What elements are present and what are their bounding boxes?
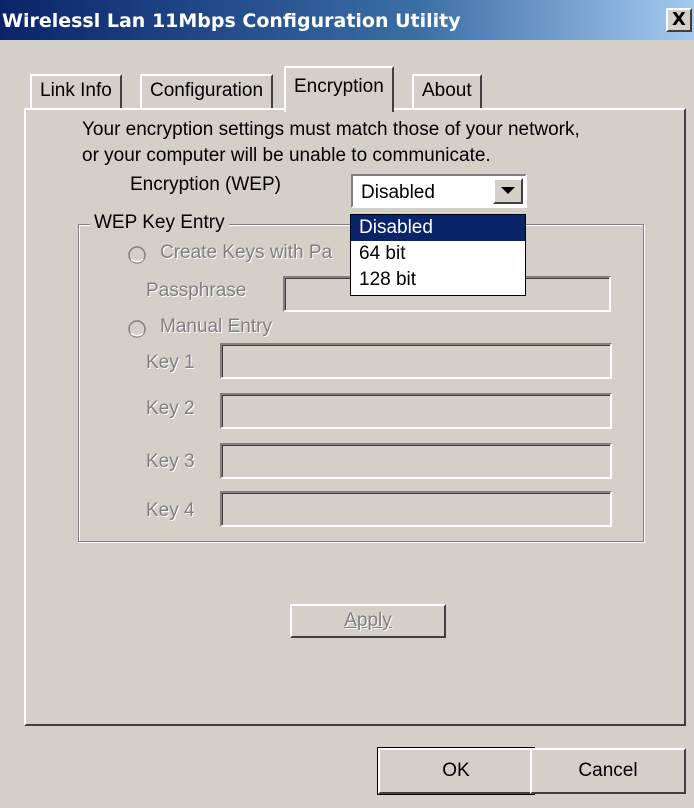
apply-button[interactable]: Apply xyxy=(290,604,446,638)
encryption-description: Your encryption settings must match thos… xyxy=(82,117,672,169)
tab-label: Configuration xyxy=(150,80,264,101)
tab-configuration[interactable]: Configuration xyxy=(140,74,274,108)
dropdown-option-64-bit[interactable]: 64 bit xyxy=(351,241,525,267)
wep-key-entry-legend: WEP Key Entry xyxy=(90,212,229,234)
description-line: or your computer will be unable to commu… xyxy=(82,145,491,166)
manual-entry-radio[interactable] xyxy=(128,320,146,338)
key-1-field[interactable] xyxy=(220,343,612,379)
encryption-wep-dropdown-list: Disabled 64 bit 128 bit xyxy=(350,214,526,296)
ok-button[interactable]: OK xyxy=(377,747,535,795)
cancel-button[interactable]: Cancel xyxy=(530,748,686,794)
dropdown-button[interactable] xyxy=(493,178,523,204)
close-button[interactable]: X xyxy=(666,8,692,32)
tab-label: Encryption xyxy=(294,76,384,97)
key-3-label: Key 3 xyxy=(146,451,195,472)
tab-label: About xyxy=(422,80,472,101)
encryption-wep-select[interactable]: Disabled xyxy=(351,174,527,208)
passphrase-label: Passphrase xyxy=(146,280,247,301)
encryption-wep-value: Disabled xyxy=(361,182,435,203)
encryption-wep-label: Encryption (WEP) xyxy=(130,174,281,195)
key-4-label: Key 4 xyxy=(146,500,195,521)
create-keys-radio[interactable] xyxy=(128,246,146,264)
apply-label: Apply xyxy=(344,610,392,631)
manual-entry-label: Manual Entry xyxy=(160,316,272,337)
cancel-label: Cancel xyxy=(578,760,638,781)
tab-about[interactable]: About xyxy=(412,74,482,108)
title-bar[interactable]: Wirelessl Lan 11Mbps Configuration Utili… xyxy=(0,0,694,40)
dropdown-option-disabled[interactable]: Disabled xyxy=(351,215,525,241)
key-2-field[interactable] xyxy=(220,393,612,429)
key-4-field[interactable] xyxy=(220,491,612,527)
tab-encryption[interactable]: Encryption xyxy=(284,66,394,112)
dropdown-option-128-bit[interactable]: 128 bit xyxy=(351,267,525,293)
tab-link-info[interactable]: Link Info xyxy=(30,74,122,108)
key-2-label: Key 2 xyxy=(146,398,195,419)
key-3-field[interactable] xyxy=(220,443,612,479)
tab-label: Link Info xyxy=(40,80,112,101)
chevron-down-icon xyxy=(501,187,515,194)
window-title: Wirelessl Lan 11Mbps Configuration Utili… xyxy=(2,10,461,32)
create-keys-label: Create Keys with Pa xyxy=(160,242,333,263)
key-1-label: Key 1 xyxy=(146,352,195,373)
ok-label: OK xyxy=(442,760,470,781)
close-icon: X xyxy=(672,9,686,30)
description-line: Your encryption settings must match thos… xyxy=(82,119,580,140)
